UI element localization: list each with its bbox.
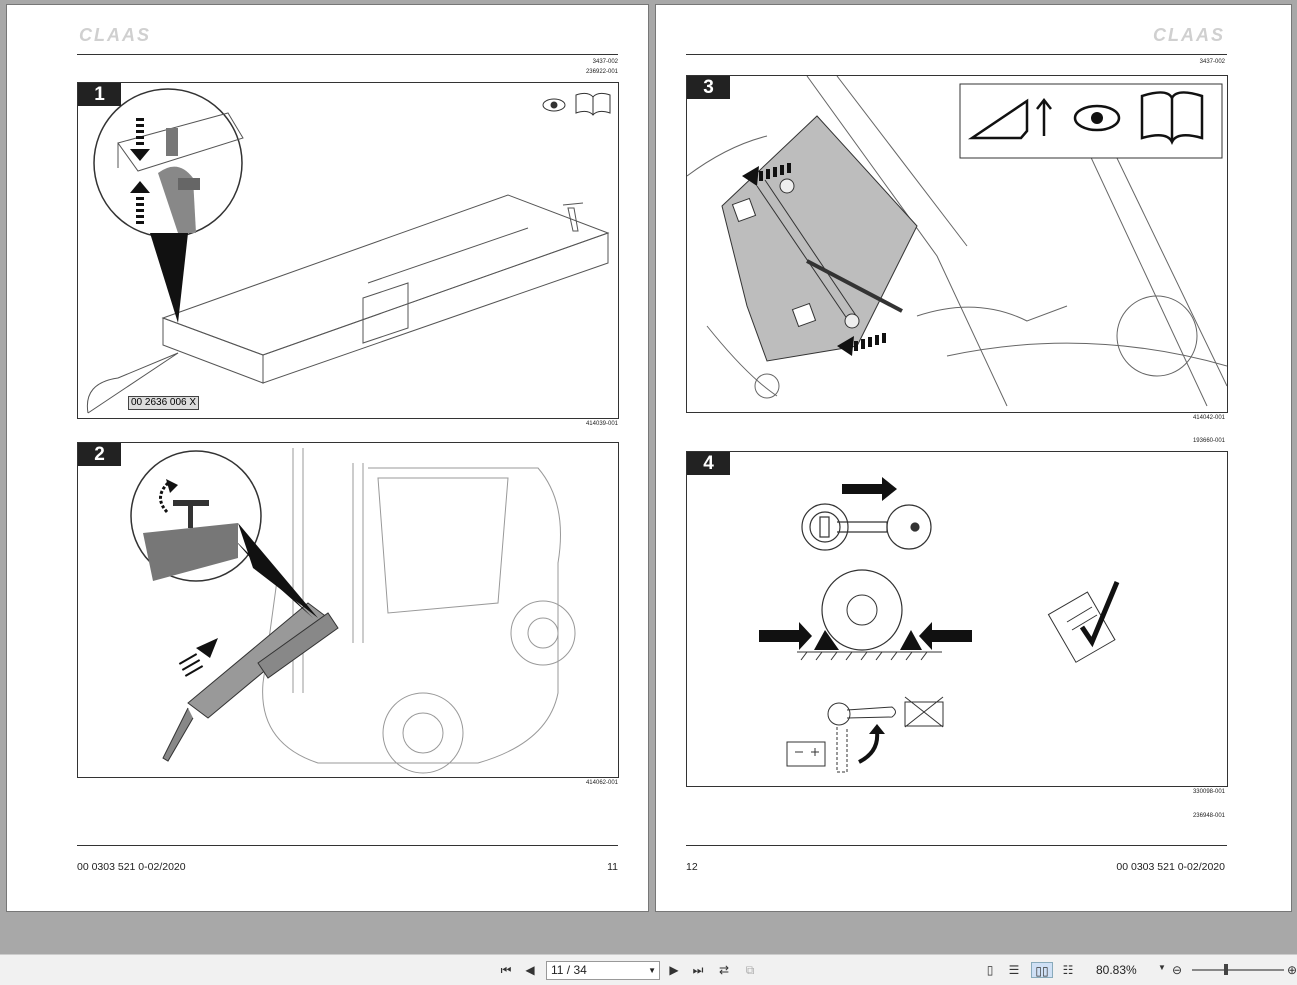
figure-caption: 236948-001 (1192, 813, 1225, 819)
figure-3: 3 (686, 75, 1228, 413)
rotate-icon[interactable]: ⇄ (716, 962, 732, 978)
zoom-out-icon[interactable]: ⊖ (1169, 962, 1185, 978)
claas-logo: CLAAS (1153, 25, 1225, 45)
figure-caption: 414039-001 (585, 421, 618, 427)
part-number-label: 00 2636 006 X (128, 396, 200, 410)
continuous-icon[interactable]: ☰ (1006, 962, 1022, 978)
figure-2-illustration (130, 448, 576, 774)
first-page-icon[interactable]: ⏮ (498, 962, 514, 978)
previous-page-icon[interactable]: ◀ (522, 962, 538, 978)
page-indicator: 11 / 34 (551, 963, 587, 977)
figure-caption: 414042-001 (1192, 415, 1225, 421)
header-rule (686, 54, 1227, 55)
zoom-level[interactable]: 80.83% (1096, 963, 1137, 977)
figure-number: 4 (687, 452, 730, 475)
ref-code: 236922-001 (585, 69, 618, 75)
figure-number: 2 (78, 443, 121, 466)
figure-4: 4 (686, 451, 1228, 787)
viewer-toolbar: ⏮ ◀ 11 / 34 ▼ ▶ ⏭ ⇄ ⧉ ▯ ☰ ▯▯ ☷ 80.83% ▼ … (0, 954, 1297, 985)
figure-2: 2 (77, 442, 619, 778)
figure-3-illustration (687, 76, 1227, 407)
chevron-down-icon: ▼ (648, 966, 656, 975)
page-number: 12 (686, 861, 698, 873)
figure-caption: 330098-001 (1192, 789, 1225, 795)
figure-number: 1 (78, 83, 121, 106)
last-page-icon[interactable]: ⏭ (690, 962, 706, 978)
header-rule (77, 54, 618, 55)
left-page: CLAAS 3437-002 236922-001 1 00 2636 006 … (6, 4, 649, 912)
page-number: 11 (607, 861, 618, 873)
document-number: 00 0303 521 0-02/2020 (77, 861, 186, 873)
ref-code: 3437-002 (1199, 59, 1225, 65)
zoom-in-icon[interactable]: ⊕ (1284, 962, 1297, 978)
viewer-background (0, 912, 1297, 954)
chevron-down-icon[interactable]: ▼ (1158, 963, 1166, 972)
figure-number: 3 (687, 76, 730, 99)
next-page-icon[interactable]: ▶ (666, 962, 682, 978)
figure-caption: 193660-001 (1192, 438, 1225, 444)
document-number: 00 0303 521 0-02/2020 (1116, 861, 1225, 873)
figure-caption: 414062-001 (585, 780, 618, 786)
right-page: CLAAS 3437-002 3 414042-001 193660-001 4… (655, 4, 1292, 912)
figure-1-illustration (86, 88, 611, 414)
figure-4-illustration (759, 477, 1120, 773)
two-page-icon[interactable]: ▯▯ (1031, 962, 1053, 978)
footer-rule (686, 845, 1227, 846)
page-selector[interactable]: 11 / 34 ▼ (546, 961, 660, 980)
claas-logo: CLAAS (79, 25, 151, 45)
extract-icon[interactable]: ⧉ (742, 962, 758, 978)
ref-code: 3437-002 (592, 59, 618, 65)
two-page-continuous-icon[interactable]: ☷ (1060, 962, 1076, 978)
figure-1: 1 00 2636 006 X (77, 82, 619, 419)
zoom-slider-thumb[interactable] (1224, 964, 1228, 975)
footer-rule (77, 845, 618, 846)
single-page-icon[interactable]: ▯ (982, 962, 998, 978)
zoom-slider[interactable] (1192, 969, 1284, 971)
